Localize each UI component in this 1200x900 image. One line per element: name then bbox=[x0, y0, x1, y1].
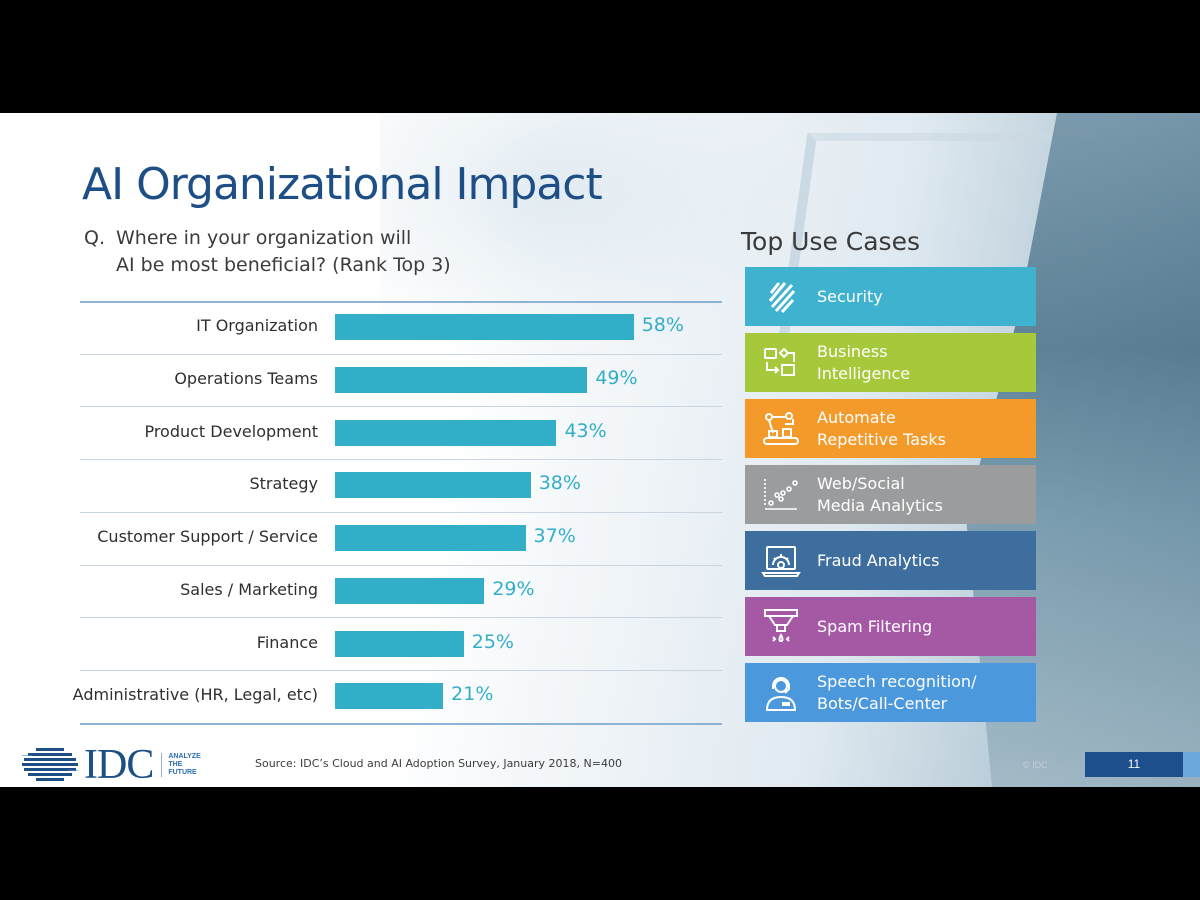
category-label: Sales / Marketing bbox=[180, 579, 318, 599]
bar-value-label: 25% bbox=[471, 630, 514, 653]
bar-value-label: 37% bbox=[533, 525, 576, 548]
filter-funnel-icon bbox=[745, 597, 817, 656]
question-line-2: AI be most beneficial? (Rank Top 3) bbox=[116, 254, 451, 276]
category-label: Product Development bbox=[144, 421, 318, 441]
row-divider bbox=[80, 564, 722, 566]
bar bbox=[335, 577, 485, 604]
use-case-label-line-1: Speech recognition/ bbox=[817, 671, 977, 691]
row-divider bbox=[80, 511, 722, 513]
copyright: © IDC bbox=[1023, 760, 1048, 770]
bar-chart: IT Organization 58% Operations Teams 49% Pro… bbox=[73, 301, 722, 725]
category-label: Strategy bbox=[249, 474, 318, 494]
use-case-label-line-1: Fraud Analytics bbox=[817, 550, 940, 570]
page-number-tab bbox=[1183, 752, 1200, 777]
bar bbox=[335, 419, 557, 446]
use-case-label: Spam Filtering bbox=[817, 616, 932, 638]
row-divider bbox=[80, 722, 722, 725]
use-case-automate: Automate Repetitive Tasks bbox=[745, 399, 1036, 458]
tagline-line-3: FUTURE bbox=[168, 769, 197, 776]
bar bbox=[335, 314, 634, 341]
bar bbox=[335, 683, 444, 710]
bar bbox=[335, 525, 526, 552]
idc-logo-text: IDC bbox=[84, 742, 154, 787]
category-label: Customer Support / Service bbox=[97, 527, 318, 547]
category-label: IT Organization bbox=[196, 316, 318, 336]
shield-icon bbox=[745, 267, 817, 326]
laptop-gear-icon bbox=[745, 531, 817, 590]
page-number: 11 bbox=[1085, 752, 1183, 777]
use-case-spam-filtering: Spam Filtering bbox=[745, 597, 1036, 656]
bar-value-label: 38% bbox=[538, 472, 581, 495]
use-case-label: Web/Social Media Analytics bbox=[817, 473, 943, 517]
use-case-security: Security bbox=[745, 267, 1036, 326]
bar-value-label: 21% bbox=[451, 683, 494, 706]
tagline-line-2: THE bbox=[168, 761, 183, 768]
use-case-speech-recognition: Speech recognition/Bots/Call-Center bbox=[745, 663, 1036, 722]
bar-value-label: 43% bbox=[564, 419, 607, 442]
use-case-label: Business Intelligence bbox=[817, 341, 910, 385]
use-case-label: Automate Repetitive Tasks bbox=[817, 407, 946, 451]
robot-arm-icon bbox=[745, 399, 817, 458]
use-case-web-social: Web/Social Media Analytics bbox=[745, 465, 1036, 524]
idc-tagline: ANALYZE THE FUTURE bbox=[161, 753, 201, 777]
source-note: Source: IDC’s Cloud and AI Adoption Surv… bbox=[255, 757, 622, 770]
scatter-plot-icon bbox=[745, 465, 817, 524]
use-case-label: Speech recognition/Bots/Call-Center bbox=[817, 671, 976, 715]
use-case-label: Fraud Analytics bbox=[817, 550, 939, 572]
row-divider bbox=[80, 301, 722, 303]
headset-person-icon bbox=[745, 663, 817, 722]
category-label: Administrative (HR, Legal, etc) bbox=[72, 685, 318, 705]
use-case-label-line-1: Web/Social bbox=[817, 473, 905, 493]
question-prefix: Q. bbox=[84, 227, 105, 249]
bar-value-label: 49% bbox=[595, 367, 638, 390]
use-case-label-line-2: Intelligence bbox=[817, 363, 911, 383]
use-case-label-line-1: Business bbox=[817, 341, 888, 361]
use-case-label-line-2: Bots/Call-Center bbox=[817, 693, 948, 713]
use-case-label-line-1: Spam Filtering bbox=[817, 616, 933, 636]
slide: AI Organizational Impact Q. Where in your… bbox=[0, 113, 1200, 787]
row-divider bbox=[80, 669, 722, 671]
category-label: Operations Teams bbox=[174, 369, 318, 389]
slide-title: AI Organizational Impact bbox=[82, 159, 603, 210]
row-divider bbox=[80, 617, 722, 619]
use-cases-list: Security Business Intelligence Automate Repe… bbox=[745, 267, 1036, 729]
question-line-1: Where in your organization will bbox=[116, 227, 412, 249]
tagline-line-1: ANALYZE bbox=[168, 753, 201, 760]
use-case-fraud-analytics: Fraud Analytics bbox=[745, 531, 1036, 590]
use-case-label: Security bbox=[817, 286, 883, 308]
use-case-label-line-2: Repetitive Tasks bbox=[817, 429, 946, 449]
workflow-icon bbox=[745, 333, 817, 392]
use-case-business: Business Intelligence bbox=[745, 333, 1036, 392]
use-case-label-line-1: Security bbox=[817, 286, 883, 306]
survey-question: Q. Where in your organization will AI be … bbox=[84, 225, 451, 279]
bar bbox=[335, 472, 531, 499]
row-divider bbox=[80, 353, 722, 355]
idc-globe-icon bbox=[22, 748, 78, 781]
use-cases-title: Top Use Cases bbox=[741, 227, 920, 256]
idc-logo: IDC ANALYZE THE FUTURE bbox=[22, 741, 201, 787]
use-case-label-line-2: Media Analytics bbox=[817, 495, 943, 515]
use-case-label-line-1: Automate bbox=[817, 407, 896, 427]
bar-value-label: 29% bbox=[492, 577, 535, 600]
row-divider bbox=[80, 459, 722, 461]
category-label: Finance bbox=[256, 632, 318, 652]
bar bbox=[335, 630, 464, 657]
bar bbox=[335, 367, 588, 394]
row-divider bbox=[80, 406, 722, 408]
bar-value-label: 58% bbox=[641, 314, 684, 337]
